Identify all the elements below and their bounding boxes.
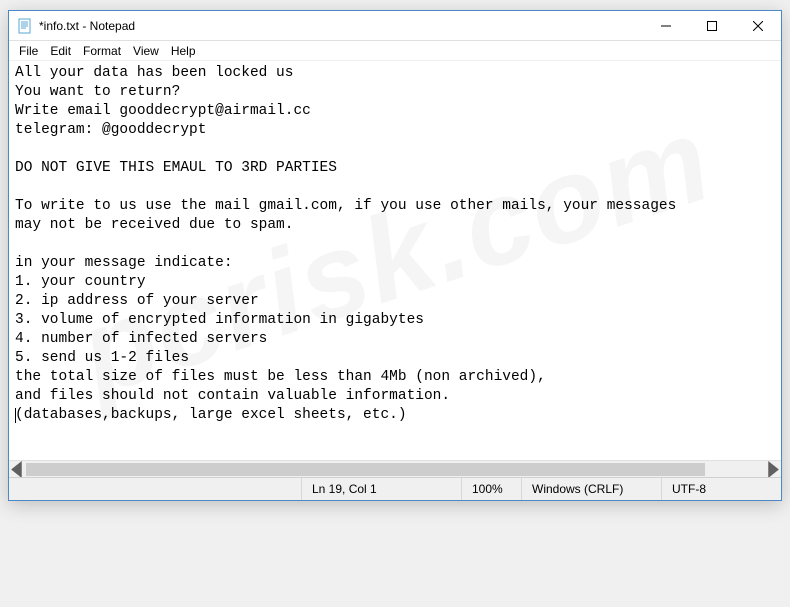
menu-file[interactable]: File (13, 42, 44, 60)
scroll-track[interactable] (26, 461, 764, 477)
text-area[interactable]: All your data has been locked us You wan… (9, 61, 781, 460)
scroll-right-button[interactable] (764, 461, 781, 477)
status-encoding: UTF-8 (661, 478, 781, 500)
notepad-window: *info.txt - Notepad File Edit Format Vie… (8, 10, 782, 501)
scroll-thumb[interactable] (26, 463, 705, 476)
statusbar: Ln 19, Col 1 100% Windows (CRLF) UTF-8 (9, 477, 781, 500)
close-button[interactable] (735, 11, 781, 41)
notepad-app-icon (17, 18, 33, 34)
menu-edit[interactable]: Edit (44, 42, 77, 60)
minimize-button[interactable] (643, 11, 689, 41)
scroll-left-button[interactable] (9, 461, 26, 477)
document-text: All your data has been locked us You wan… (15, 65, 676, 404)
status-line-ending: Windows (CRLF) (521, 478, 661, 500)
menubar: File Edit Format View Help (9, 41, 781, 61)
maximize-button[interactable] (689, 11, 735, 41)
window-title: *info.txt - Notepad (39, 19, 135, 33)
status-cursor-position: Ln 19, Col 1 (301, 478, 461, 500)
horizontal-scrollbar[interactable] (9, 460, 781, 477)
menu-format[interactable]: Format (77, 42, 127, 60)
status-zoom: 100% (461, 478, 521, 500)
menu-help[interactable]: Help (165, 42, 202, 60)
titlebar[interactable]: *info.txt - Notepad (9, 11, 781, 41)
menu-view[interactable]: View (127, 42, 165, 60)
document-last-line: (databases,backups, large excel sheets, … (15, 407, 407, 423)
